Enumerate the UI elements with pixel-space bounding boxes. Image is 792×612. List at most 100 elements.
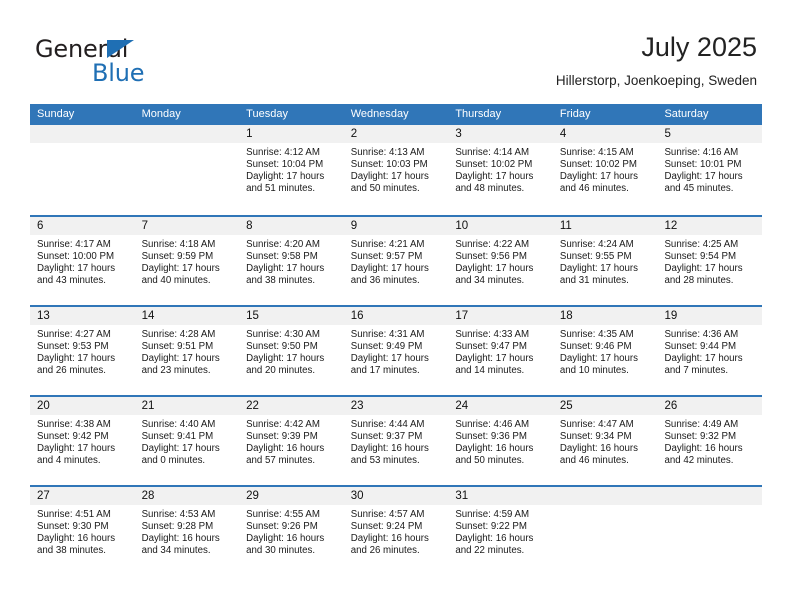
sunrise-text: Sunrise: 4:53 AM: [141, 509, 216, 520]
calendar-day-cell[interactable]: 19 Sunrise: 4:36 AM Sunset: 9:44 PM Dayligh…: [657, 307, 763, 395]
day-number: 12: [657, 217, 763, 235]
daylight-text-line1: Daylight: 16 hours: [455, 443, 534, 455]
calendar-day-cell[interactable]: 2 Sunrise: 4:13 AM Sunset: 10:03 PM Dayligh…: [343, 125, 449, 215]
sunset-text: Sunset: 9:47 PM: [455, 341, 527, 353]
daylight-text-line2: and 38 minutes.: [246, 275, 316, 287]
daylight-text-line2: and 40 minutes.: [141, 275, 211, 287]
calendar-day-cell[interactable]: 11 Sunrise: 4:24 AM Sunset: 9:55 PM Dayligh…: [552, 217, 658, 305]
calendar-day-cell[interactable]: 23 Sunrise: 4:44 AM Sunset: 9:37 PM Dayligh…: [343, 397, 449, 485]
calendar-day-cell[interactable]: 12 Sunrise: 4:25 AM Sunset: 9:54 PM Dayligh…: [657, 217, 763, 305]
sunrise-text: Sunrise: 4:49 AM: [664, 419, 739, 430]
calendar-day-cell[interactable]: 20 Sunrise: 4:38 AM Sunset: 9:42 PM Dayligh…: [30, 397, 135, 485]
daylight-text-line2: and 45 minutes.: [664, 183, 734, 195]
daylight-text-line2: and 30 minutes.: [246, 545, 316, 557]
calendar-day-cell[interactable]: 27 Sunrise: 4:51 AM Sunset: 9:30 PM Dayligh…: [30, 487, 135, 575]
day-number: 30: [343, 487, 449, 505]
daylight-text-line2: and 26 minutes.: [350, 545, 420, 557]
calendar-day-cell[interactable]: 22 Sunrise: 4:42 AM Sunset: 9:39 PM Dayligh…: [239, 397, 344, 485]
calendar-day-cell[interactable]: 29 Sunrise: 4:55 AM Sunset: 9:26 PM Dayligh…: [239, 487, 344, 575]
calendar-day-cell[interactable]: 15 Sunrise: 4:30 AM Sunset: 9:50 PM Dayligh…: [239, 307, 344, 395]
sunset-text: Sunset: 9:41 PM: [141, 431, 214, 443]
daylight-text-line2: and 28 minutes.: [664, 275, 734, 287]
calendar-day-cell[interactable]: 8 Sunrise: 4:20 AM Sunset: 9:58 PM Daylight…: [239, 217, 344, 305]
daylight-text-line2: and 43 minutes.: [37, 275, 106, 287]
calendar-day-cell[interactable]: 26 Sunrise: 4:49 AM Sunset: 9:32 PM Dayligh…: [657, 397, 763, 485]
calendar-day-cell[interactable]: 7 Sunrise: 4:18 AM Sunset: 9:59 PM Daylight…: [134, 217, 240, 305]
calendar-day-cell[interactable]: 17 Sunrise: 4:33 AM Sunset: 9:47 PM Dayligh…: [448, 307, 553, 395]
day-number: 4: [552, 125, 658, 143]
day-details: Sunrise: 4:15 AM Sunset: 10:02 PM Daylight…: [553, 143, 658, 195]
sunset-text: Sunset: 9:50 PM: [246, 341, 318, 353]
sunset-text: Sunset: 9:55 PM: [559, 251, 632, 263]
sunset-text: Sunset: 9:24 PM: [350, 521, 423, 533]
sunrise-text: Sunrise: 4:44 AM: [350, 419, 425, 430]
sunrise-text: Sunrise: 4:51 AM: [37, 509, 111, 520]
calendar-day-cell[interactable]: 4 Sunrise: 4:15 AM Sunset: 10:02 PM Dayligh…: [552, 125, 658, 215]
sunset-text: Sunset: 10:02 PM: [455, 159, 533, 171]
calendar-day-cell[interactable]: 13 Sunrise: 4:27 AM Sunset: 9:53 PM Dayligh…: [30, 307, 135, 395]
sunrise-text: Sunrise: 4:12 AM: [246, 147, 320, 158]
daylight-text-line2: and 46 minutes.: [559, 183, 629, 195]
calendar-day-cell[interactable]: 14 Sunrise: 4:28 AM Sunset: 9:51 PM Dayligh…: [134, 307, 240, 395]
calendar-week-row: 6 Sunrise: 4:17 AM Sunset: 10:00 PM Dayligh…: [30, 215, 763, 305]
daylight-text-line1: Daylight: 16 hours: [559, 443, 638, 455]
sunrise-text: Sunrise: 4:42 AM: [246, 419, 320, 430]
day-details: Sunrise: 4:18 AM Sunset: 9:59 PM Daylight:…: [135, 235, 240, 287]
sunrise-text: Sunrise: 4:47 AM: [559, 419, 634, 430]
daylight-text-line1: Daylight: 16 hours: [664, 443, 743, 455]
calendar-weeks: 1 Sunrise: 4:12 AM Sunset: 10:04 PM Dayligh…: [30, 125, 763, 575]
daylight-text-line2: and 57 minutes.: [246, 455, 316, 467]
day-details: Sunrise: 4:44 AM Sunset: 9:37 PM Daylight:…: [344, 415, 449, 467]
day-number: 24: [448, 397, 553, 415]
calendar-day-cell[interactable]: 3 Sunrise: 4:14 AM Sunset: 10:02 PM Dayligh…: [448, 125, 553, 215]
calendar-day-cell[interactable]: 5 Sunrise: 4:16 AM Sunset: 10:01 PM Dayligh…: [657, 125, 763, 215]
calendar-day-cell[interactable]: 24 Sunrise: 4:46 AM Sunset: 9:36 PM Dayligh…: [448, 397, 553, 485]
day-number: [30, 125, 135, 143]
day-number: 26: [657, 397, 763, 415]
daylight-text-line1: Daylight: 17 hours: [37, 353, 116, 365]
daylight-text-line2: and 46 minutes.: [559, 455, 629, 467]
daylight-text-line2: and 50 minutes.: [350, 183, 420, 195]
day-details: Sunrise: 4:53 AM Sunset: 9:28 PM Daylight:…: [135, 505, 240, 557]
calendar-day-cell[interactable]: 30 Sunrise: 4:57 AM Sunset: 9:24 PM Dayligh…: [343, 487, 449, 575]
day-number: 15: [239, 307, 344, 325]
calendar-day-cell[interactable]: 9 Sunrise: 4:21 AM Sunset: 9:57 PM Daylight…: [343, 217, 449, 305]
daylight-text-line1: Daylight: 17 hours: [350, 171, 429, 183]
daylight-text-line1: Daylight: 17 hours: [141, 443, 220, 455]
logo-triangle-icon: [107, 40, 134, 58]
day-number: 5: [657, 125, 763, 143]
calendar-day-cell[interactable]: 18 Sunrise: 4:35 AM Sunset: 9:46 PM Dayligh…: [552, 307, 658, 395]
sunrise-text: Sunrise: 4:22 AM: [455, 239, 530, 250]
calendar-day-cell[interactable]: 21 Sunrise: 4:40 AM Sunset: 9:41 PM Dayligh…: [134, 397, 240, 485]
calendar-day-cell[interactable]: 31 Sunrise: 4:59 AM Sunset: 9:22 PM Dayligh…: [448, 487, 553, 575]
day-number: 18: [552, 307, 658, 325]
daylight-text-line2: and 4 minutes.: [37, 455, 101, 467]
general-blue-logo[interactable]: General Blue: [35, 36, 275, 88]
weekday-header-friday: Friday: [559, 108, 591, 120]
sunrise-text: Sunrise: 4:21 AM: [350, 239, 425, 250]
day-details: Sunrise: 4:24 AM Sunset: 9:55 PM Daylight:…: [553, 235, 658, 287]
day-details: Sunrise: 4:57 AM Sunset: 9:24 PM Daylight:…: [344, 505, 449, 557]
sunset-text: Sunset: 10:03 PM: [350, 159, 428, 171]
calendar-day-cell[interactable]: 16 Sunrise: 4:31 AM Sunset: 9:49 PM Dayligh…: [343, 307, 449, 395]
calendar-day-cell[interactable]: 6 Sunrise: 4:17 AM Sunset: 10:00 PM Dayligh…: [30, 217, 135, 305]
calendar-day-cell[interactable]: 28 Sunrise: 4:53 AM Sunset: 9:28 PM Dayligh…: [134, 487, 240, 575]
daylight-text-line2: and 23 minutes.: [141, 365, 211, 377]
day-details: Sunrise: 4:14 AM Sunset: 10:02 PM Daylight…: [448, 143, 553, 195]
day-number: 22: [239, 397, 344, 415]
calendar-day-cell[interactable]: 1 Sunrise: 4:12 AM Sunset: 10:04 PM Dayligh…: [239, 125, 344, 215]
calendar-day-cell[interactable]: 25 Sunrise: 4:47 AM Sunset: 9:34 PM Dayligh…: [552, 397, 658, 485]
sunset-text: Sunset: 9:39 PM: [246, 431, 318, 443]
day-number: 9: [343, 217, 449, 235]
sunrise-text: Sunrise: 4:40 AM: [141, 419, 216, 430]
daylight-text-line1: Daylight: 17 hours: [664, 353, 743, 365]
sunset-text: Sunset: 9:57 PM: [350, 251, 423, 263]
calendar-day-cell[interactable]: 10 Sunrise: 4:22 AM Sunset: 9:56 PM Dayligh…: [448, 217, 553, 305]
daylight-text-line2: and 7 minutes.: [664, 365, 729, 377]
sunset-text: Sunset: 9:49 PM: [350, 341, 423, 353]
sunset-text: Sunset: 9:53 PM: [37, 341, 109, 353]
sunset-text: Sunset: 9:56 PM: [455, 251, 527, 263]
sunrise-text: Sunrise: 4:36 AM: [664, 329, 739, 340]
daylight-text-line1: Daylight: 17 hours: [455, 171, 534, 183]
sunrise-text: Sunrise: 4:35 AM: [559, 329, 634, 340]
